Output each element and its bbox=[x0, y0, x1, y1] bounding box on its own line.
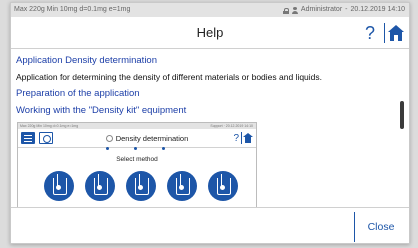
help-description: Application for determining the density … bbox=[16, 72, 323, 82]
date-time: 20.12.2019 14:10 bbox=[350, 6, 406, 13]
current-user: Administrator bbox=[300, 6, 343, 13]
shot-navigation-icon bbox=[39, 132, 53, 144]
title-divider bbox=[384, 23, 385, 43]
vertical-scrollbar[interactable] bbox=[400, 101, 404, 129]
status-bar: Max 220g Min 10mg d=0.1mg e=1mg Administ… bbox=[11, 3, 409, 17]
help-button[interactable]: ? bbox=[359, 21, 381, 45]
shot-step-indicator bbox=[106, 147, 166, 150]
user-icon bbox=[291, 6, 298, 14]
shot-method-4-icon bbox=[167, 171, 197, 201]
home-button[interactable] bbox=[386, 21, 406, 45]
shot-home-icon bbox=[243, 132, 253, 144]
shot-density-icon bbox=[105, 135, 113, 142]
help-window: Max 220g Min 10mg d=0.1mg e=1mg Administ… bbox=[10, 2, 410, 244]
shot-title-text: Density determination bbox=[115, 134, 189, 143]
shot-help-icon: ? bbox=[233, 133, 239, 144]
page-title: Help bbox=[196, 25, 224, 40]
shot-method-1-icon bbox=[44, 171, 74, 201]
shot-divider bbox=[241, 132, 242, 144]
status-right: Administrator - 20.12.2019 14:10 bbox=[282, 3, 406, 17]
close-button[interactable]: Close bbox=[357, 208, 405, 243]
shot-method-3-icon bbox=[126, 171, 156, 201]
lock-icon bbox=[282, 7, 289, 14]
help-content[interactable]: Application Density determination Applic… bbox=[11, 50, 409, 207]
link-preparation[interactable]: Preparation of the application bbox=[16, 88, 140, 99]
status-dash: - bbox=[345, 6, 348, 13]
shot-method-icons bbox=[44, 171, 244, 207]
home-icon bbox=[388, 25, 404, 32]
shot-method-5-icon bbox=[208, 171, 238, 201]
shot-list-icon bbox=[21, 132, 35, 144]
shot-title-bar: Density determination ? bbox=[18, 129, 256, 148]
shot-method-2-icon bbox=[85, 171, 115, 201]
shot-select-method: Select method bbox=[116, 156, 158, 163]
link-working-density-kit[interactable]: Working with the "Density kit" equipment bbox=[16, 105, 186, 116]
shot-title: Density determination bbox=[78, 129, 216, 148]
footer-bar: Close bbox=[11, 207, 409, 243]
embedded-screenshot: Max 220g Min 10mg d=0.1mg e=1mg Support … bbox=[17, 122, 257, 207]
balance-specs: Max 220g Min 10mg d=0.1mg e=1mg bbox=[14, 6, 131, 13]
title-bar: Help ? bbox=[11, 17, 409, 49]
help-heading-link[interactable]: Application Density determination bbox=[16, 55, 157, 66]
home-icon-door bbox=[394, 35, 398, 41]
footer-divider bbox=[354, 212, 355, 242]
